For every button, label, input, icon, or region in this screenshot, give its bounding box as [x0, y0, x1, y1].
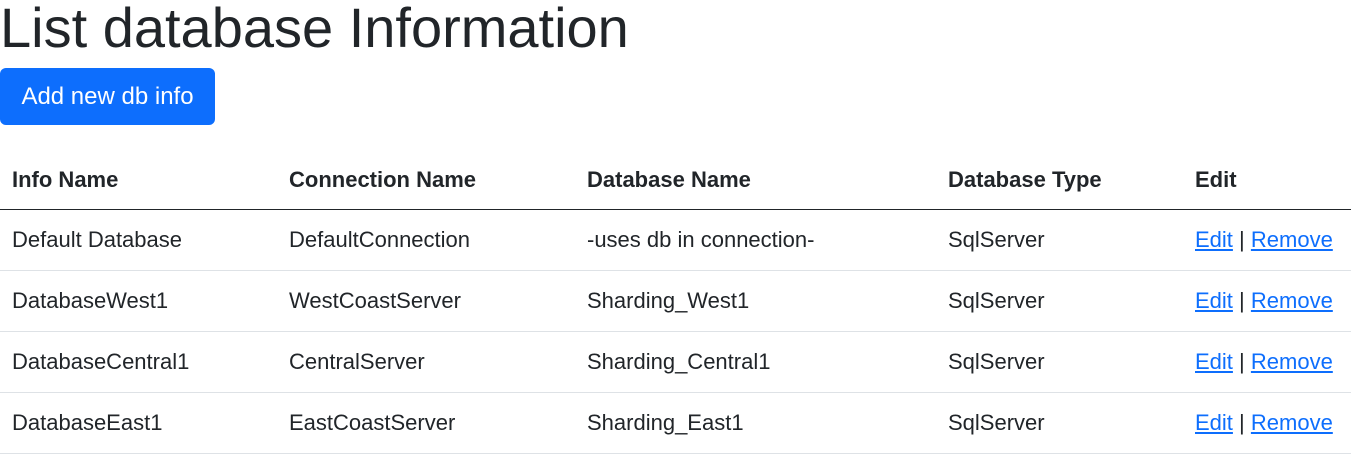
- cell-info-name: DatabaseEast1: [0, 392, 277, 454]
- cell-database-name: Sharding_West1: [575, 270, 936, 332]
- remove-link[interactable]: Remove: [1251, 227, 1333, 252]
- cell-info-name: Default Database: [0, 209, 277, 271]
- cell-info-name: DatabaseCentral1: [0, 331, 277, 393]
- cell-database-type: SqlServer: [936, 209, 1183, 271]
- add-new-db-info-button[interactable]: Add new db info: [0, 68, 215, 125]
- remove-link[interactable]: Remove: [1251, 349, 1333, 374]
- cell-connection-name: WestCoastServer: [277, 270, 575, 332]
- column-header-edit: Edit: [1183, 150, 1351, 210]
- edit-link[interactable]: Edit: [1195, 349, 1233, 374]
- cell-database-name: Sharding_East1: [575, 392, 936, 454]
- cell-connection-name: CentralServer: [277, 331, 575, 393]
- edit-link[interactable]: Edit: [1195, 288, 1233, 313]
- column-header-database-name: Database Name: [575, 150, 936, 210]
- table-row: DatabaseWest1 WestCoastServer Sharding_W…: [0, 270, 1351, 332]
- remove-link[interactable]: Remove: [1251, 410, 1333, 435]
- remove-link[interactable]: Remove: [1251, 288, 1333, 313]
- cell-database-name: Sharding_Central1: [575, 331, 936, 393]
- column-header-connection-name: Connection Name: [277, 150, 575, 210]
- edit-link[interactable]: Edit: [1195, 227, 1233, 252]
- column-header-database-type: Database Type: [936, 150, 1183, 210]
- page: List database Information Add new db inf…: [0, 0, 1351, 460]
- action-separator: |: [1239, 227, 1245, 252]
- edit-link[interactable]: Edit: [1195, 410, 1233, 435]
- table-row: Default Database DefaultConnection -uses…: [0, 209, 1351, 271]
- cell-actions: Edit | Remove: [1183, 209, 1351, 271]
- cell-connection-name: EastCoastServer: [277, 392, 575, 454]
- db-info-table: Info Name Connection Name Database Name …: [0, 150, 1351, 454]
- cell-actions: Edit | Remove: [1183, 270, 1351, 332]
- table-row: DatabaseEast1 EastCoastServer Sharding_E…: [0, 392, 1351, 454]
- header-row: Info Name Connection Name Database Name …: [0, 150, 1351, 210]
- cell-connection-name: DefaultConnection: [277, 209, 575, 271]
- cell-database-name: -uses db in connection-: [575, 209, 936, 271]
- action-separator: |: [1239, 288, 1245, 313]
- cell-database-type: SqlServer: [936, 331, 1183, 393]
- cell-database-type: SqlServer: [936, 270, 1183, 332]
- cell-info-name: DatabaseWest1: [0, 270, 277, 332]
- table-row: DatabaseCentral1 CentralServer Sharding_…: [0, 331, 1351, 393]
- action-separator: |: [1239, 410, 1245, 435]
- table-body: Default Database DefaultConnection -uses…: [0, 209, 1351, 454]
- page-title: List database Information: [0, 0, 629, 59]
- cell-database-type: SqlServer: [936, 392, 1183, 454]
- cell-actions: Edit | Remove: [1183, 392, 1351, 454]
- action-separator: |: [1239, 349, 1245, 374]
- table-header: Info Name Connection Name Database Name …: [0, 150, 1351, 210]
- column-header-info-name: Info Name: [0, 150, 277, 210]
- cell-actions: Edit | Remove: [1183, 331, 1351, 393]
